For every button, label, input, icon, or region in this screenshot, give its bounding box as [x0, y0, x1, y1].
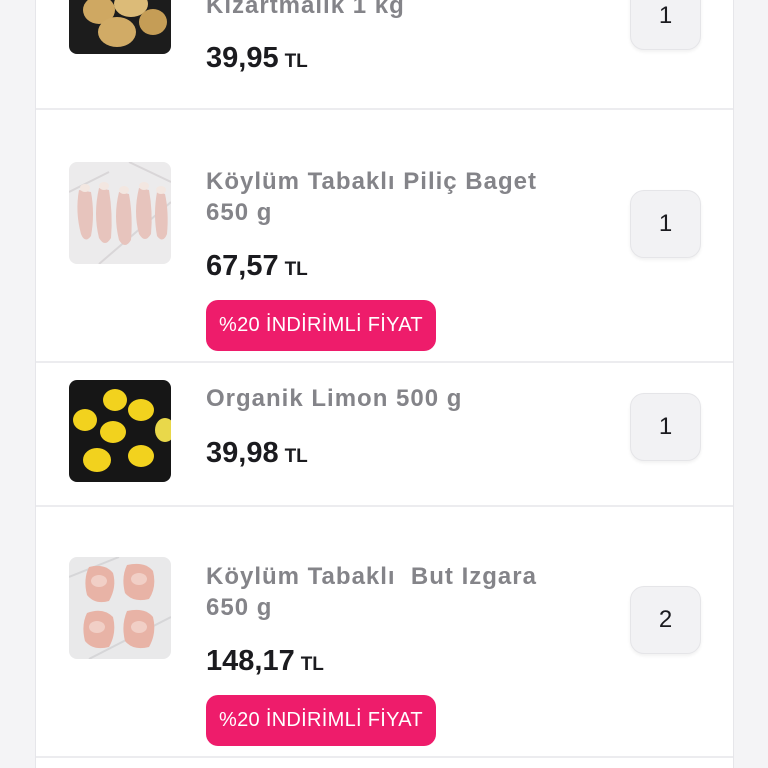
- quantity-selector[interactable]: 1: [630, 393, 701, 461]
- product-name: Köylüm Tabaklı But Izgara 650 g: [206, 563, 537, 621]
- discount-badge: %20 İNDİRİMLİ FİYAT: [206, 695, 436, 746]
- product-name: Organik Limon 500 g: [206, 385, 463, 412]
- price-value: 39,95: [206, 42, 279, 74]
- quantity-selector[interactable]: 1: [630, 190, 701, 258]
- currency-label: TL: [284, 446, 308, 467]
- lemons-image: [69, 380, 171, 482]
- chicken-drumsticks-image: [69, 162, 171, 264]
- product-name: Kızartmalık 1 kg: [206, 0, 405, 19]
- price-value: 67,57: [206, 250, 279, 282]
- quantity-selector[interactable]: 2: [630, 586, 701, 654]
- currency-label: TL: [284, 259, 308, 280]
- quantity-selector[interactable]: 1: [630, 0, 701, 50]
- chicken-thighs-image: [69, 557, 171, 659]
- price-value: 148,17: [206, 645, 295, 677]
- product-price: 39,98 TL: [206, 437, 308, 473]
- currency-label: TL: [284, 51, 308, 72]
- cart-item-pilic-baget[interactable]: Köylüm Tabaklı Piliç Baget 650 g 67,57 TL…: [36, 110, 733, 363]
- product-name: Köylüm Tabaklı Piliç Baget 650 g: [206, 168, 537, 226]
- discount-badge: %20 İNDİRİMLİ FİYAT: [206, 300, 436, 351]
- cart-item-list: Kızartmalık 1 kg 39,95 TL 1 Köylüm Tabak…: [35, 0, 734, 768]
- cart-item-kizartmalik[interactable]: Kızartmalık 1 kg 39,95 TL 1: [36, 0, 733, 110]
- cart-item-organik-limon[interactable]: Organik Limon 500 g 39,98 TL 1: [36, 363, 733, 507]
- potatoes-image: [69, 0, 171, 54]
- product-price: 39,95 TL: [206, 42, 308, 78]
- product-price: 148,17 TL: [206, 645, 324, 681]
- product-price: 67,57 TL: [206, 250, 308, 286]
- currency-label: TL: [300, 654, 324, 675]
- price-value: 39,98: [206, 437, 279, 469]
- cart-item-but-izgara[interactable]: Köylüm Tabaklı But Izgara 650 g 148,17 TL…: [36, 507, 733, 758]
